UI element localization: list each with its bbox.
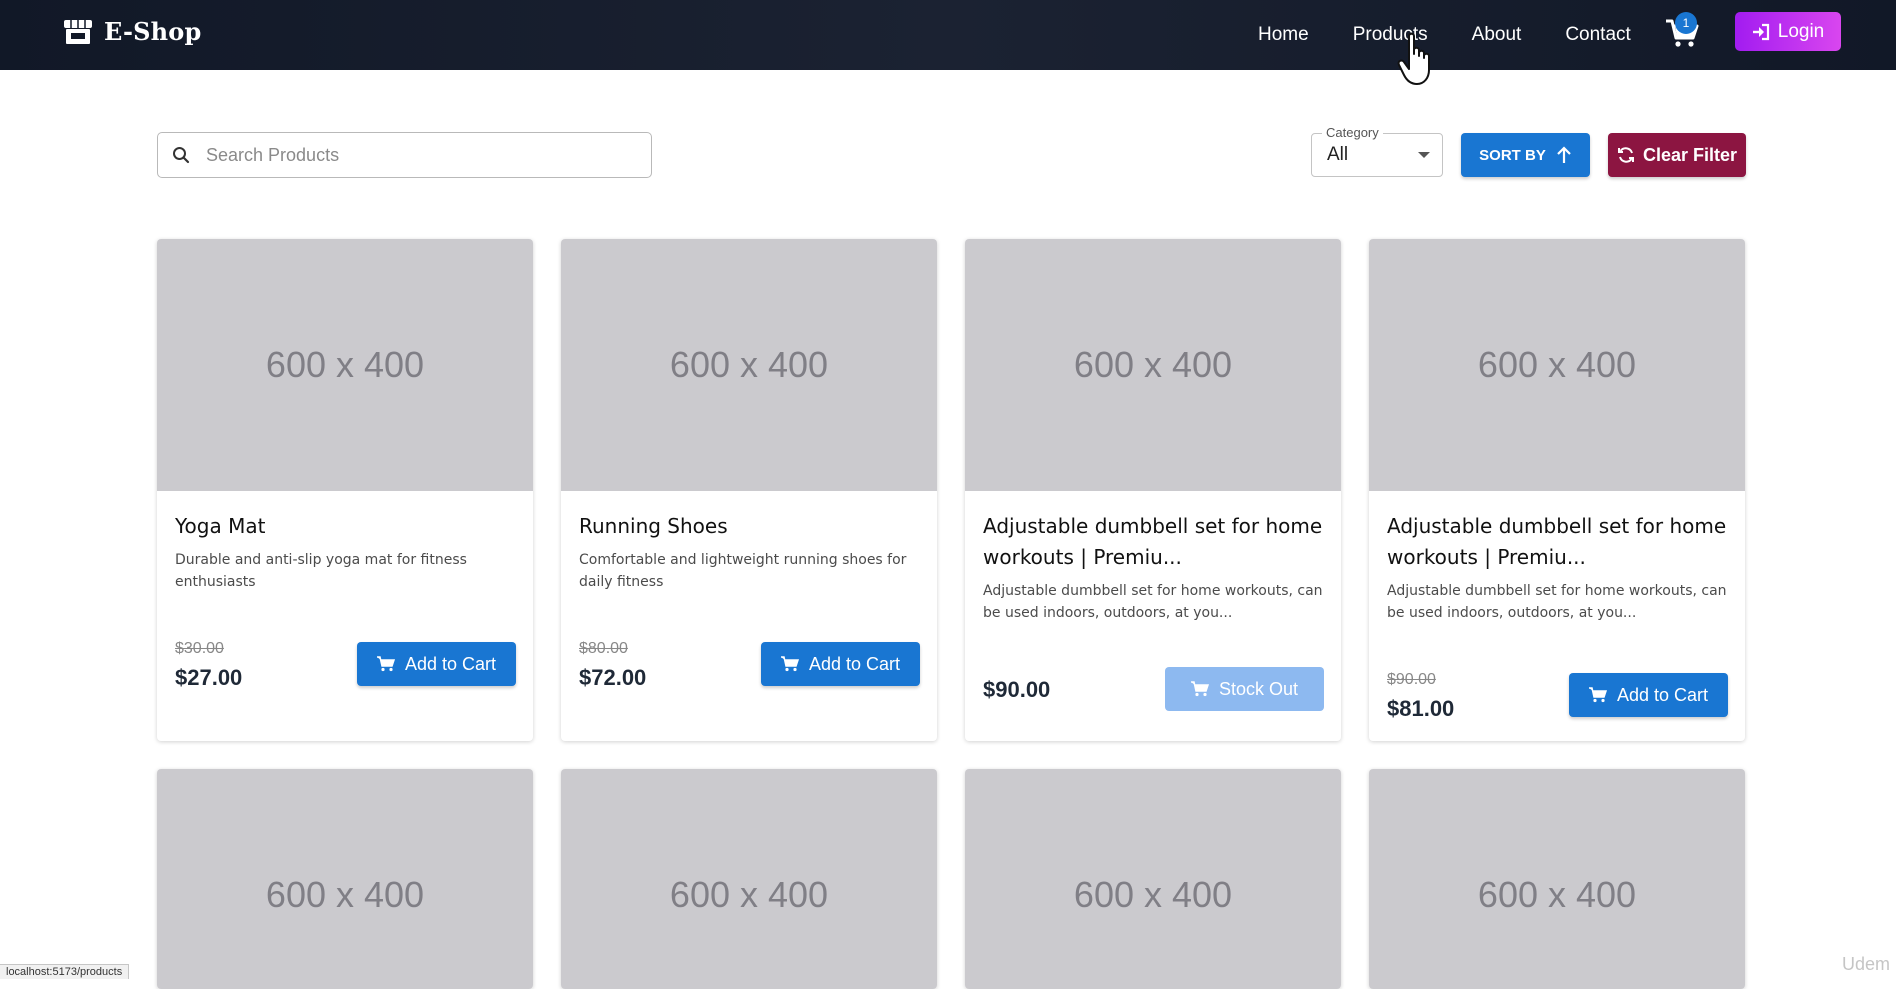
nav-link-home[interactable]: Home (1258, 24, 1309, 46)
product-title: Yoga Mat (175, 514, 266, 538)
store-icon (64, 19, 92, 44)
product-old-price: $90.00 (1387, 671, 1436, 688)
product-title: Running Shoes (579, 514, 728, 538)
product-old-price: $80.00 (579, 640, 628, 657)
product-card: 600 x 400 Yoga Mat Durable and anti-slip… (157, 239, 533, 741)
caret-down-icon (1418, 152, 1430, 158)
product-old-price: $30.00 (175, 640, 224, 657)
cart-icon (376, 656, 395, 672)
product-image-placeholder: 600 x 400 (1369, 769, 1745, 989)
cart-count-badge: 1 (1675, 12, 1697, 34)
product-card: 600 x 400 (965, 769, 1341, 989)
product-description: Durable and anti-slip yoga mat for fitne… (175, 552, 467, 590)
product-description: Adjustable dumbbell set for home workout… (1387, 583, 1727, 621)
product-price: $72.00 (579, 665, 647, 690)
product-image-placeholder: 600 x 400 (1369, 239, 1745, 491)
product-card: 600 x 400 Adjustable dumbbell set for ho… (1369, 239, 1745, 741)
search-field[interactable] (157, 132, 652, 178)
product-image-placeholder: 600 x 400 (157, 769, 533, 989)
add-to-cart-button[interactable]: Add to Cart (357, 642, 516, 686)
sort-by-label: SORT BY (1479, 146, 1546, 164)
product-title: Adjustable dumbbell set for home workout… (1387, 514, 1727, 569)
product-price: $81.00 (1387, 696, 1455, 721)
navbar: E-Shop Home Products About Contact 1 Log… (0, 0, 1896, 70)
add-to-cart-button[interactable]: Add to Cart (761, 642, 920, 686)
product-card: 600 x 400 (157, 769, 533, 989)
login-button[interactable]: Login (1735, 12, 1841, 51)
product-card: 600 x 400 (1369, 769, 1745, 989)
product-image-placeholder: 600 x 400 (965, 239, 1341, 491)
add-to-cart-label: Add to Cart (808, 653, 901, 674)
add-to-cart-label: Add to Cart (404, 653, 497, 674)
login-label: Login (1777, 20, 1825, 42)
search-input[interactable] (206, 144, 646, 166)
add-to-cart-label: Add to Cart (1616, 684, 1709, 705)
clear-filter-button[interactable]: Clear Filter (1608, 133, 1746, 177)
product-image-placeholder: 600 x 400 (157, 239, 533, 491)
cart-icon (1190, 681, 1209, 697)
category-label: Category (1322, 125, 1383, 140)
cart-icon (780, 656, 799, 672)
add-to-cart-button[interactable]: Add to Cart (1569, 673, 1728, 717)
product-price: $90.00 (983, 677, 1051, 702)
product-price: $27.00 (175, 665, 243, 690)
product-description: Comfortable and lightweight running shoe… (579, 552, 907, 590)
category-value: All (1327, 144, 1349, 165)
product-description: Adjustable dumbbell set for home workout… (983, 583, 1323, 621)
search-icon (173, 147, 190, 164)
product-image-placeholder: 600 x 400 (965, 769, 1341, 989)
product-card: 600 x 400 (561, 769, 937, 989)
watermark: Udem (1842, 954, 1891, 974)
brand-logo[interactable]: E-Shop (62, 17, 201, 46)
brand-name: E-Shop (104, 17, 202, 46)
product-card: 600 x 400 Running Shoes Comfortable and … (561, 239, 937, 741)
product-title: Adjustable dumbbell set for home workout… (983, 514, 1323, 569)
nav-link-products[interactable]: Products (1353, 24, 1428, 46)
nav-links: Home Products About Contact (1258, 0, 1675, 70)
cart-icon (1588, 687, 1607, 703)
stock-out-button: Stock Out (1165, 667, 1324, 711)
clear-filter-label: Clear Filter (1642, 144, 1738, 165)
nav-link-contact[interactable]: Contact (1565, 24, 1630, 46)
nav-link-about[interactable]: About (1472, 24, 1522, 46)
refresh-icon (1617, 147, 1634, 163)
product-card: 600 x 400 Adjustable dumbbell set for ho… (965, 239, 1341, 741)
product-image-placeholder: 600 x 400 (561, 239, 937, 491)
category-select[interactable]: Category All (1311, 125, 1443, 177)
stock-out-label: Stock Out (1218, 678, 1299, 699)
sort-by-button[interactable]: SORT BY (1461, 133, 1590, 177)
sign-in-icon (1752, 23, 1769, 40)
browser-status-url: localhost:5173/products (0, 964, 130, 979)
arrow-up-icon (1557, 146, 1571, 163)
product-image-placeholder: 600 x 400 (561, 769, 937, 989)
